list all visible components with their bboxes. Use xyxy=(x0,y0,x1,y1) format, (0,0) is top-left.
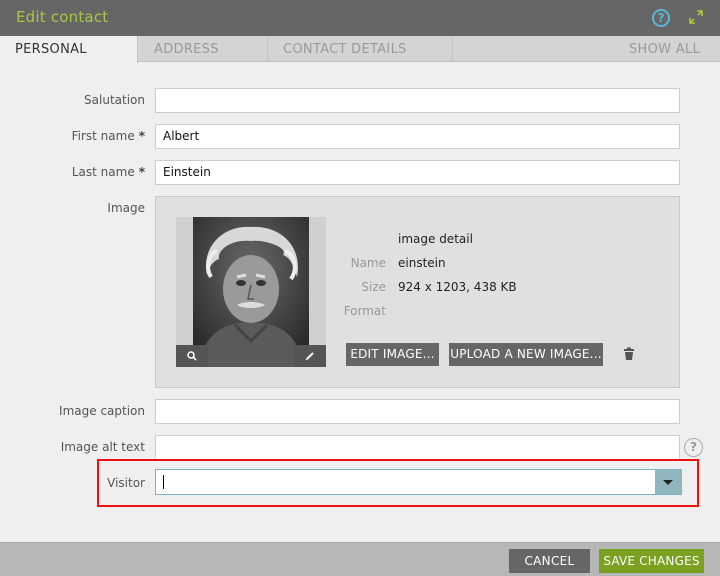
zoom-image-button[interactable] xyxy=(176,345,208,367)
salutation-input[interactable] xyxy=(155,88,680,113)
image-label: Image xyxy=(107,201,145,215)
cancel-button[interactable]: CANCEL xyxy=(509,549,590,573)
image-thumbnail xyxy=(193,217,309,367)
upload-new-image-button[interactable]: UPLOAD A NEW IMAGE... xyxy=(449,343,603,366)
tab-personal[interactable]: PERSONAL xyxy=(0,36,138,63)
tab-address[interactable]: ADDRESS xyxy=(138,36,268,62)
image-format-row: Format xyxy=(343,304,386,318)
visitor-select[interactable] xyxy=(155,469,682,495)
required-mark: * xyxy=(138,129,145,143)
help-icon[interactable]: ? xyxy=(652,9,670,27)
crop-image-button[interactable] xyxy=(294,345,326,367)
visitor-label: Visitor xyxy=(107,476,145,490)
dialog-header: Edit contact ? xyxy=(0,0,720,36)
image-panel: image detail Name einstein Size 924 x 1203… xyxy=(155,196,680,388)
first-name-input[interactable]: Albert xyxy=(155,124,680,149)
tab-show-all[interactable]: SHOW ALL xyxy=(453,36,720,62)
last-name-label: Last name * xyxy=(71,165,145,179)
last-name-input[interactable]: Einstein xyxy=(155,160,680,185)
image-name-row: Name einstein xyxy=(350,256,446,270)
image-thumbnail-frame xyxy=(176,217,326,367)
tab-bar: PERSONAL ADDRESS CONTACT DETAILS SHOW AL… xyxy=(0,36,720,63)
image-size-row: Size 924 x 1203, 438 KB xyxy=(361,280,517,294)
image-alt-text-input[interactable] xyxy=(155,435,680,460)
alt-text-help-icon[interactable]: ? xyxy=(684,438,703,457)
edit-image-button[interactable]: EDIT IMAGE... xyxy=(346,343,439,366)
dialog-footer: CANCEL SAVE CHANGES xyxy=(0,542,720,576)
save-changes-button[interactable]: SAVE CHANGES xyxy=(599,549,704,573)
image-alt-text-label: Image alt text xyxy=(60,440,145,454)
chevron-down-icon xyxy=(663,480,673,485)
search-icon xyxy=(187,351,197,361)
image-detail-heading: image detail xyxy=(398,232,473,246)
dialog-title: Edit contact xyxy=(16,8,109,26)
pencil-icon xyxy=(305,352,314,361)
tab-contact-details[interactable]: CONTACT DETAILS xyxy=(268,36,453,62)
text-cursor xyxy=(163,475,164,489)
required-mark: * xyxy=(138,165,145,179)
image-caption-input[interactable] xyxy=(155,399,680,424)
trash-icon[interactable] xyxy=(622,347,636,361)
image-caption-label: Image caption xyxy=(59,404,145,418)
salutation-label: Salutation xyxy=(84,93,145,107)
expand-icon[interactable] xyxy=(689,10,703,24)
visitor-dropdown-toggle[interactable] xyxy=(655,470,681,494)
first-name-label: First name * xyxy=(71,129,145,143)
